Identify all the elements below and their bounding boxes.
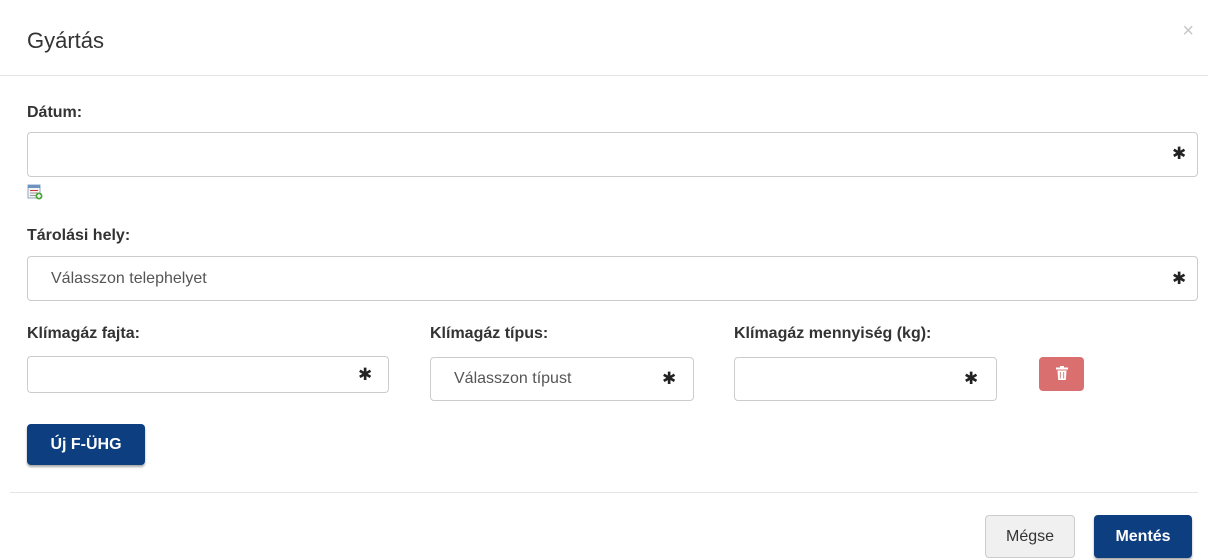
- save-button[interactable]: Mentés: [1094, 515, 1192, 558]
- gas-kind-label: Klímagáz fajta:: [27, 325, 140, 342]
- required-icon: ✱: [662, 369, 677, 388]
- date-label: Dátum:: [27, 104, 83, 121]
- date-input[interactable]: [27, 132, 1198, 177]
- required-icon: ✱: [964, 369, 979, 388]
- required-icon: ✱: [1172, 269, 1187, 288]
- gas-kind-input[interactable]: [27, 356, 389, 393]
- gas-amount-input[interactable]: [734, 357, 997, 401]
- delete-button[interactable]: [1039, 357, 1084, 391]
- modal-title: Gyártás: [27, 28, 105, 53]
- gas-type-select[interactable]: [430, 357, 694, 401]
- trash-icon: [1055, 365, 1068, 380]
- required-icon: ✱: [358, 365, 373, 384]
- calendar-icon[interactable]: [27, 184, 43, 200]
- gas-amount-label: Klímagáz mennyiség (kg):: [734, 325, 932, 342]
- cancel-button[interactable]: Mégse: [985, 515, 1075, 558]
- storage-select[interactable]: [27, 256, 1198, 301]
- close-icon[interactable]: ×: [1182, 21, 1194, 41]
- new-fuhg-button[interactable]: Új F-ÜHG: [27, 424, 145, 465]
- storage-label: Tárolási hely:: [27, 227, 131, 244]
- footer-divider: [10, 492, 1198, 493]
- required-icon: ✱: [1172, 144, 1187, 163]
- modal-header: Gyártás ×: [0, 0, 1208, 76]
- gas-type-label: Klímagáz típus:: [430, 325, 549, 342]
